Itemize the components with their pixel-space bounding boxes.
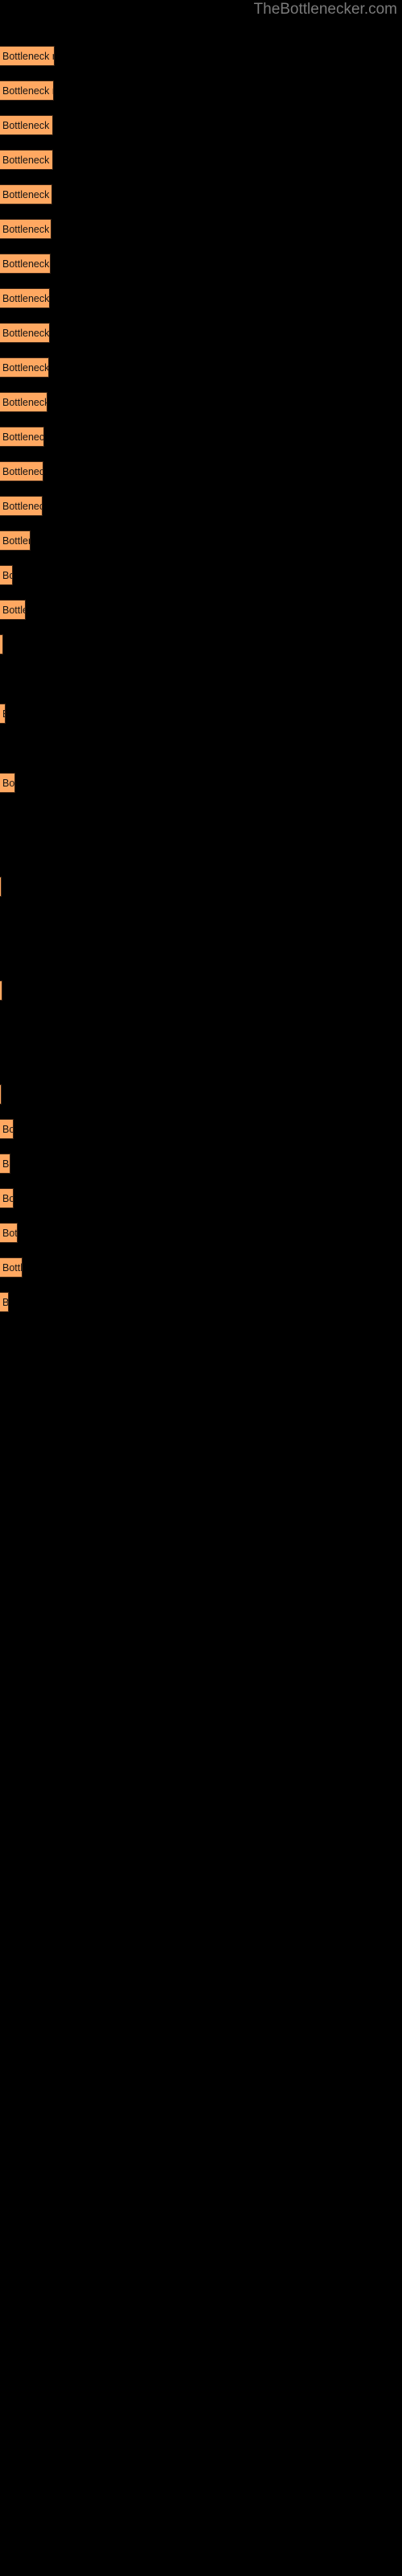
bar-label: Bottleneck result (2, 1123, 14, 1135)
bar-item: Bottleneck result (0, 219, 51, 239)
bar-label: Bottleneck result (2, 223, 51, 235)
bar-label: Bottleneck result (2, 465, 43, 477)
bar-item: Bottleneck result (0, 115, 53, 135)
bar-label: Bottleneck result (2, 1158, 10, 1170)
bar-label: Bottleneck result (2, 604, 25, 616)
bar-label: Bottleneck result (2, 361, 49, 374)
bar-label: Bottleneck result (2, 777, 15, 789)
bar-label: Bottleneck result (2, 1192, 14, 1204)
bar-item: Bottleneck result (0, 461, 43, 481)
bar-item: Bottleneck result (0, 773, 15, 793)
bar-item: Bottleneck result (0, 254, 51, 274)
bar-item: Bottleneck result (0, 1154, 10, 1174)
bar-item: Bottleneck result (0, 150, 53, 170)
bar-label: Bottleneck result (2, 188, 51, 200)
bar-label: Bottleneck result (2, 292, 50, 304)
bar-label: Bottleneck result (2, 431, 44, 443)
bar-item: Bottleneck result (0, 980, 2, 1001)
bar-label: Bottleneck result (2, 396, 47, 408)
bar-item: Bottleneck result (0, 600, 26, 620)
bar-item: Bottleneck result (0, 704, 6, 724)
bar-item: Bottleneck result (0, 80, 54, 101)
bar-item: Bottleneck result (0, 1292, 9, 1312)
bar-item: Bottleneck result (0, 184, 52, 204)
bar-item: Bottleneck result (0, 427, 44, 447)
bar-item: Bottleneck result (0, 1188, 14, 1208)
bar-item: Bottleneck result (0, 530, 31, 551)
bar-item: Bottleneck result (0, 1257, 23, 1278)
bar-label: Bottleneck result (2, 119, 52, 131)
bar-item: Bottleneck result (0, 357, 49, 378)
bar-label: Bottleneck result (2, 535, 30, 547)
bar-item: Bottleneck result (0, 323, 50, 343)
bar-label: Bottleneck result (2, 1296, 9, 1308)
bar-label: Bottleneck result (2, 50, 54, 62)
bar-item: Bottleneck result (0, 565, 13, 585)
bar-item: Bottleneck result (0, 1223, 18, 1243)
bar-label: Bottleneck result (2, 1227, 18, 1239)
bar-item: Bottleneck result (0, 634, 3, 654)
bar-label: Bottleneck result (2, 500, 42, 512)
bar-label: Bottleneck result (2, 85, 53, 97)
bar-item: Bottleneck result (0, 46, 55, 66)
bar-item: Bottleneck result (0, 877, 2, 897)
bar-item: Bottleneck result (0, 288, 50, 308)
bar-label: Bottleneck result (2, 327, 50, 339)
bar-label: Bottleneck result (2, 708, 5, 720)
bar-item: Bottleneck result (0, 1119, 14, 1139)
bar-label: Bottleneck result (2, 258, 50, 270)
bar-label: Bottleneck result (2, 569, 12, 581)
bar-label: Bottleneck result (2, 1261, 23, 1274)
bottleneck-bar-chart: TheBottlenecker.com Bottleneck resultBot… (0, 0, 402, 2576)
bar-item: Bottleneck result (0, 392, 47, 412)
bar-item: Bottleneck result (0, 1084, 2, 1104)
bar-label: Bottleneck result (2, 154, 52, 166)
bars-layer: Bottleneck result Bottleneck result Bottle… (0, 0, 402, 2576)
bar-label: Bottleneck result (2, 639, 3, 650)
bar-item: Bottleneck result (0, 496, 43, 516)
